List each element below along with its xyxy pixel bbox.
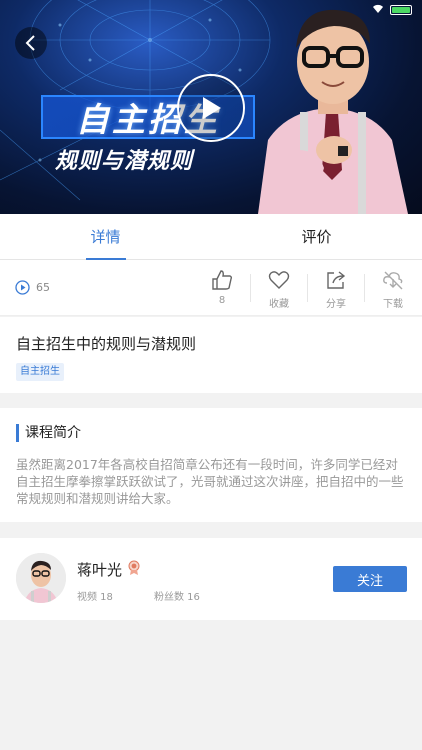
share-label: 分享 — [326, 299, 346, 310]
author-card: 蒋叶光 视频 18 粉丝数 16 关注 — [0, 538, 422, 620]
course-title: 自主招生中的规则与潜规则 — [16, 335, 197, 353]
play-icon — [203, 97, 221, 119]
course-info-card: 自主招生中的规则与潜规则 自主招生 — [0, 317, 422, 393]
download-button[interactable]: 下载 — [365, 268, 421, 312]
avatar[interactable] — [16, 553, 66, 603]
play-circle-icon — [15, 280, 30, 295]
like-button[interactable]: 8 — [194, 268, 250, 312]
author-name[interactable]: 蒋叶光 — [77, 559, 122, 580]
author-fan-count: 粉丝数 16 — [154, 592, 200, 603]
medal-icon — [128, 560, 140, 575]
share-button[interactable]: 分享 — [308, 268, 364, 312]
like-count: 8 — [218, 295, 226, 306]
intro-heading: 课程简介 — [16, 424, 81, 442]
banner-subtitle: 规则与潜规则 — [55, 148, 194, 173]
play-button[interactable] — [177, 74, 245, 142]
author-video-count: 视频 18 — [77, 592, 113, 603]
chevron-left-icon — [25, 35, 35, 51]
favorite-button[interactable]: 收藏 — [251, 268, 307, 312]
download-label: 下载 — [383, 299, 403, 310]
download-disabled-icon — [382, 268, 404, 292]
favorite-label: 收藏 — [269, 299, 289, 310]
tab-details[interactable]: 详情 — [0, 214, 211, 260]
tab-bar: 详情 评价 — [0, 214, 422, 260]
back-button[interactable] — [15, 27, 47, 59]
play-count: 65 — [15, 280, 50, 295]
tab-reviews[interactable]: 评价 — [211, 214, 422, 259]
course-intro-card: 课程简介 虽然距离2017年各高校自招简章公布还有一段时间，许多同学已经对自主招… — [0, 408, 422, 522]
stats-row: 65 8 收藏 分享 下载 — [0, 260, 422, 316]
intro-text: 虽然距离2017年各高校自招简章公布还有一段时间，许多同学已经对自主招生摩拳擦掌… — [16, 457, 404, 506]
thumbs-up-icon — [211, 268, 233, 292]
share-icon — [325, 268, 347, 292]
heart-icon — [268, 268, 290, 292]
play-count-value: 65 — [36, 281, 50, 294]
video-player[interactable]: 自主招生 规则与潜规则 — [0, 0, 422, 214]
follow-button[interactable]: 关注 — [333, 566, 407, 592]
course-tag[interactable]: 自主招生 — [16, 363, 64, 381]
presenter-image — [258, 9, 408, 214]
